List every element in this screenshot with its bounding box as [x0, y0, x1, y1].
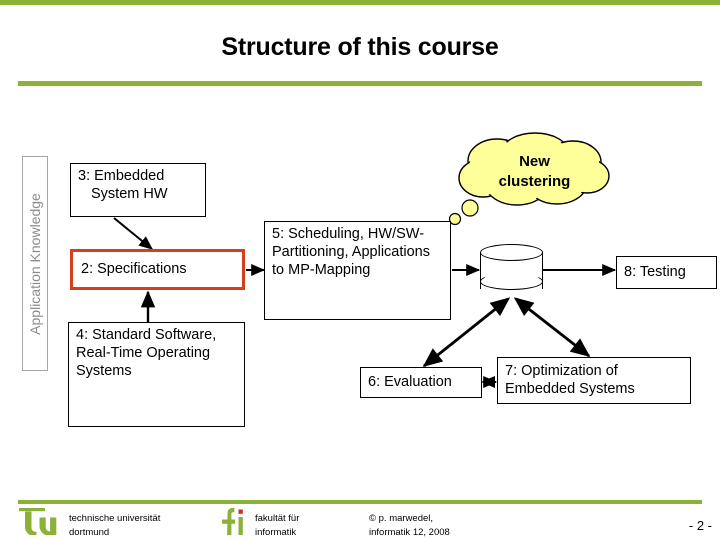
cloud-label: New clustering	[447, 152, 622, 192]
copyright-text: © p. marwedel, informatik 12, 2008	[369, 512, 450, 540]
sidebar-item-label: Application Knowledge	[27, 192, 43, 335]
cloud-bubble-small	[448, 212, 462, 226]
box7-label: 7: Optimization of Embedded Systems	[505, 362, 635, 397]
box-testing[interactable]: 8: Testing	[616, 256, 717, 289]
copyright-line1: © p. marwedel,	[369, 513, 434, 524]
tu-footer-line1: technische universität	[69, 513, 161, 524]
sidebar-application-knowledge: Application Knowledge	[22, 156, 48, 371]
cylinder-bottom	[480, 273, 543, 290]
box-scheduling-partitioning[interactable]: 5: Scheduling, HW/SW-Partitioning, Appli…	[264, 221, 451, 320]
copyright-line2: informatik 12, 2008	[369, 526, 450, 538]
cloud-label-line2: clustering	[498, 172, 571, 190]
box2-label: 2: Specifications	[81, 260, 187, 277]
fi-footer-text: fakultät für informatik	[255, 512, 299, 540]
box4-label: 4: Standard Software, Real-Time Operatin…	[76, 327, 217, 379]
box-optimization-embedded-systems[interactable]: 7: Optimization of Embedded Systems	[497, 357, 691, 404]
cylinder-top	[480, 244, 543, 261]
cloud-label-line1: New	[519, 153, 550, 170]
page-number: - 2 -	[688, 518, 712, 533]
footer-divider	[18, 500, 702, 504]
fakultaet-informatik-logo-icon	[222, 508, 243, 535]
cloud-bubble-large	[461, 199, 479, 217]
box-standard-software-rtos[interactable]: 4: Standard Software, Real-Time Operatin…	[68, 322, 245, 427]
fi-footer-line1: fakultät für	[255, 513, 300, 524]
box-embedded-system-hw[interactable]: 3: Embedded System HW	[70, 163, 206, 217]
tu-footer-line2: dortmund	[69, 526, 110, 538]
box8-label: 8: Testing	[624, 263, 686, 280]
arrow-cylinder-to-box7	[513, 297, 591, 358]
title-divider	[18, 81, 702, 86]
arrow-box3-to-box2	[113, 217, 153, 250]
tu-dortmund-logo-icon	[19, 508, 57, 535]
fi-footer-line2: informatik	[255, 526, 297, 538]
tu-footer-text: technische universität dortmund	[69, 512, 160, 540]
new-clustering-cloud: New clustering	[447, 131, 622, 227]
page-title: Structure of this course	[221, 33, 499, 61]
box3-line1: 3: Embedded	[78, 168, 165, 184]
box-evaluation[interactable]: 6: Evaluation	[360, 367, 482, 398]
top-accent-bar	[0, 0, 720, 5]
box6-label: 6: Evaluation	[368, 373, 452, 390]
database-cylinder-icon	[480, 244, 543, 297]
box5-label: 5: Scheduling, HW/SW-Partitioning, Appli…	[272, 226, 430, 278]
box-specifications[interactable]: 2: Specifications	[70, 249, 245, 290]
slide-root: Structure of this course Application Kno…	[0, 0, 720, 540]
box3-line2: System HW	[91, 185, 168, 202]
